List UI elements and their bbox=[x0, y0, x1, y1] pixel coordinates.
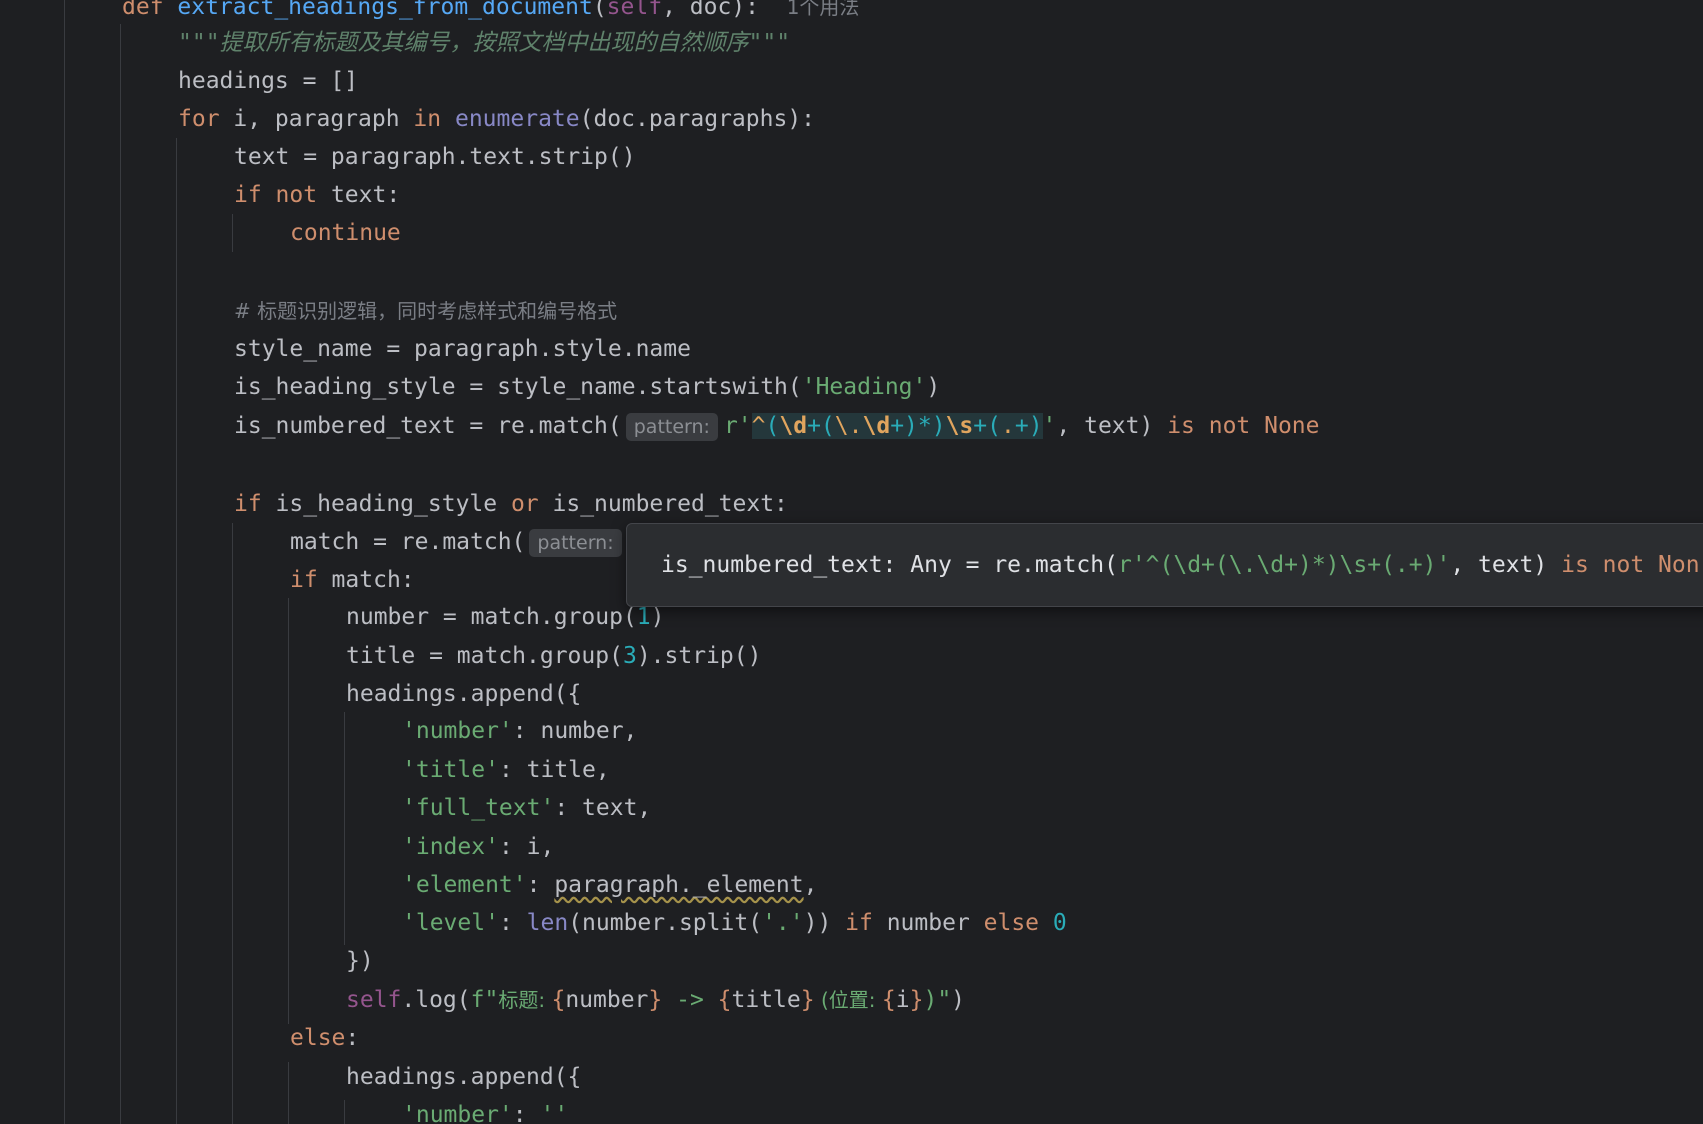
code-line[interactable]: style_name = paragraph.style.name bbox=[0, 330, 691, 368]
code-line[interactable]: headings.append({ bbox=[0, 1058, 581, 1096]
fstring-text: (位置: bbox=[814, 988, 882, 1012]
string-literal: '' bbox=[540, 1102, 569, 1124]
docstring: """提取所有标题及其编号，按照文档中出现的自然顺序""" bbox=[178, 30, 791, 56]
dict-key: 'index' bbox=[402, 834, 499, 860]
dict-key: 'title' bbox=[402, 757, 499, 783]
warning-squiggle[interactable]: paragraph._element bbox=[554, 872, 803, 898]
code-line[interactable]: if match: bbox=[0, 561, 415, 599]
code-line[interactable]: }) bbox=[0, 942, 374, 980]
code-line[interactable]: is_numbered_text = re.match(pattern: r'^(… bbox=[0, 407, 1320, 445]
code-line[interactable]: 'level': len(number.split('.')) if numbe… bbox=[0, 904, 1067, 942]
dict-key: 'number' bbox=[402, 718, 513, 744]
signature-keyword: is not Non bbox=[1561, 552, 1700, 578]
parameter-hint: pattern: bbox=[625, 412, 718, 441]
code-line[interactable]: 'full_text': text, bbox=[0, 789, 651, 827]
code-line-comment[interactable]: # 标题识别逻辑，同时考虑样式和编号格式 bbox=[0, 292, 617, 330]
code-line[interactable]: match = re.match(pattern: bbox=[0, 523, 628, 561]
dict-key: 'number' bbox=[402, 1102, 513, 1124]
code-line[interactable]: 'element': paragraph._element, bbox=[0, 866, 817, 904]
code-line-def[interactable]: def extract_headings_from_document(self,… bbox=[0, 0, 859, 26]
parameter-hint: pattern: bbox=[529, 528, 622, 557]
popup-signature: is_numbered_text: Any = re.match(r'^(\d+… bbox=[661, 524, 1700, 606]
code-line[interactable]: is_heading_style = style_name.startswith… bbox=[0, 368, 940, 406]
code-line[interactable]: self.log(f"标题: {number} -> {title} (位置: … bbox=[0, 981, 965, 1019]
fstring-text: 标题: bbox=[498, 988, 552, 1012]
code-line[interactable]: title = match.group(3).strip() bbox=[0, 637, 761, 675]
signature-prefix: is_numbered_text: Any = re.match( bbox=[661, 552, 1118, 578]
dict-key: 'element' bbox=[402, 872, 527, 898]
code-line[interactable]: 'number': number, bbox=[0, 712, 637, 750]
function-name: extract_headings_from_document bbox=[177, 0, 593, 20]
dict-key: 'full_text' bbox=[402, 795, 555, 821]
signature-regex: r'^(\d+(\.\d+)*)\s+(.+)' bbox=[1117, 552, 1451, 578]
code-line-docstring[interactable]: """提取所有标题及其编号，按照文档中出现的自然顺序""" bbox=[0, 24, 790, 62]
code-line[interactable]: if is_heading_style or is_numbered_text: bbox=[0, 485, 788, 523]
code-line[interactable]: headings = [] bbox=[0, 62, 358, 100]
code-line[interactable]: for i, paragraph in enumerate(doc.paragr… bbox=[0, 100, 815, 138]
code-line[interactable]: else: bbox=[0, 1019, 359, 1057]
code-line[interactable]: continue bbox=[0, 214, 401, 252]
code-editor[interactable]: def extract_headings_from_document(self,… bbox=[0, 0, 1703, 1124]
code-line[interactable]: headings.append({ bbox=[0, 675, 581, 713]
code-line[interactable]: text = paragraph.text.strip() bbox=[0, 138, 636, 176]
string-literal: '.' bbox=[762, 910, 804, 936]
code-line[interactable]: 'number': '' bbox=[0, 1096, 568, 1124]
code-line[interactable]: number = match.group(1) bbox=[0, 598, 665, 636]
comment: # 标题识别逻辑，同时考虑样式和编号格式 bbox=[234, 299, 618, 323]
code-line[interactable]: 'title': title, bbox=[0, 751, 610, 789]
signature-suffix: , text) bbox=[1450, 552, 1562, 578]
quick-documentation-popup[interactable]: is_numbered_text: Any = re.match(r'^(\d+… bbox=[626, 523, 1703, 607]
usage-hint[interactable]: 1个用法 bbox=[787, 0, 860, 19]
code-line[interactable]: 'index': i, bbox=[0, 828, 554, 866]
string-literal: 'Heading' bbox=[801, 374, 927, 400]
dict-key: 'level' bbox=[402, 910, 499, 936]
code-line[interactable]: if not text: bbox=[0, 176, 400, 214]
